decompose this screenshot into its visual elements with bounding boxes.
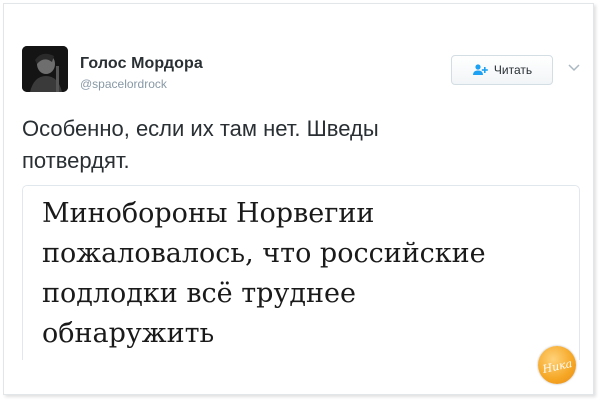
watermark-logo: Ника bbox=[538, 346, 576, 384]
card-headline-line: пожаловалось, что российские bbox=[42, 238, 486, 269]
tweet-text-line: потвердят. bbox=[22, 148, 130, 173]
card-headline[interactable]: Минобороны Норвегии пожаловалось, что ро… bbox=[42, 194, 562, 354]
card-headline-line: подлодки всё труднее bbox=[42, 278, 356, 309]
author-handle[interactable]: @spacelordrock bbox=[80, 77, 167, 91]
card-headline-line: Минобороны Норвегии bbox=[42, 198, 375, 229]
follow-button-label: Читать bbox=[493, 63, 533, 77]
author-name[interactable]: Голос Мордора bbox=[80, 55, 203, 73]
follow-button[interactable]: Читать bbox=[451, 55, 553, 85]
card-headline-line: обнаружить bbox=[42, 318, 215, 349]
avatar[interactable] bbox=[22, 46, 68, 92]
avatar-photo bbox=[22, 46, 68, 92]
tweet-text-line: Особенно, если их там нет. Шведы bbox=[22, 116, 379, 141]
tweet-text: Особенно, если их там нет. Шведы потверд… bbox=[22, 113, 562, 177]
watermark-logo-text: Ника bbox=[540, 357, 573, 376]
svg-text:Ника: Ника bbox=[540, 357, 573, 376]
add-user-icon bbox=[472, 64, 488, 75]
chevron-down-icon[interactable] bbox=[568, 63, 580, 73]
